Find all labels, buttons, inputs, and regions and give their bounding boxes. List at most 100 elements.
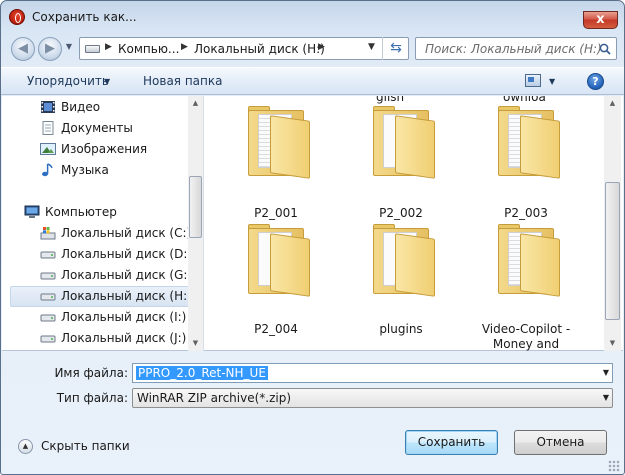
filename-input[interactable]: PPRO_2.0_Ret-NH_UE ▼ <box>132 363 613 383</box>
filetype-value: WinRAR ZIP archive(*.zip) <box>137 391 292 405</box>
computer-icon <box>24 205 40 218</box>
chevron-down-icon[interactable]: ▼ <box>549 77 555 86</box>
opera-app-icon <box>9 9 25 25</box>
forward-arrow-icon: ▶ <box>45 41 55 56</box>
video-library-icon <box>41 101 55 113</box>
organize-button[interactable]: Упорядочить <box>27 74 109 88</box>
hide-folders-label: Скрыть папки <box>41 439 130 453</box>
title-bar: Сохранить как... x <box>1 1 624 33</box>
navigation-scrollbar[interactable]: ▲ ▼ <box>188 96 203 351</box>
address-dropdown-icon[interactable]: ▼ <box>368 42 375 52</box>
scrollbar-thumb[interactable] <box>189 176 202 238</box>
system-drive-icon <box>40 227 56 240</box>
close-button[interactable]: x <box>583 11 618 29</box>
sidebar-item-drive-c[interactable]: Локальный диск (C:) <box>10 223 192 244</box>
filetype-select[interactable]: WinRAR ZIP archive(*.zip) ▼ <box>132 388 613 408</box>
partial-folder-label: ownloa <box>503 96 546 104</box>
address-bar[interactable]: ▶ Компью... ▶ Локальный диск (H:) ▶ ▼ <box>79 37 409 60</box>
drive-icon <box>85 45 100 53</box>
chevron-down-icon[interactable]: ▼ <box>603 368 609 377</box>
search-icon[interactable] <box>599 43 611 55</box>
sidebar-item-drive-h[interactable]: Локальный диск (H:) <box>10 286 192 307</box>
sidebar-item-pictures[interactable]: Изображения <box>10 139 190 160</box>
save-button[interactable]: Сохранить <box>405 430 498 455</box>
folder-label: P2_001 <box>254 206 298 220</box>
filetype-label: Тип файла: <box>56 391 128 405</box>
sidebar-item-label: Локальный диск (I:) <box>61 310 187 324</box>
forward-button[interactable]: ▶ <box>38 37 62 61</box>
recent-locations-dropdown[interactable]: ▼ <box>63 42 75 54</box>
scroll-down-arrow-icon[interactable]: ▼ <box>188 336 203 351</box>
file-list-scrollbar[interactable]: ▲ ▼ <box>604 96 621 351</box>
folder-icon <box>498 106 560 179</box>
back-arrow-icon: ◀ <box>18 41 28 56</box>
sidebar-item-documents[interactable]: Документы <box>10 118 190 139</box>
breadcrumb-computer[interactable]: Компью... <box>118 42 179 56</box>
sidebar-item-drive-g[interactable]: Локальный диск (G:) <box>10 265 193 286</box>
change-view-icon[interactable] <box>525 74 541 87</box>
refresh-button[interactable]: ⇆ <box>382 37 409 60</box>
pictures-library-icon <box>40 143 56 155</box>
cancel-button[interactable]: Отмена <box>514 430 607 455</box>
chevron-down-icon: ▼ <box>104 77 111 86</box>
scroll-up-arrow-icon[interactable]: ▲ <box>188 96 203 111</box>
resize-grip-icon[interactable] <box>608 460 620 472</box>
file-list: glish ownloa P2_001 P2_002 P2_003 P2_004… <box>206 96 603 351</box>
folder-icon <box>248 224 310 297</box>
folder-label: P2_003 <box>504 206 548 220</box>
folder-icon <box>373 224 435 297</box>
drive-icon <box>40 293 56 301</box>
music-library-icon <box>42 163 53 177</box>
drive-icon <box>40 314 56 322</box>
sidebar-item-label: Локальный диск (J:) <box>61 331 187 345</box>
scroll-up-arrow-icon[interactable]: ▲ <box>604 96 621 111</box>
search-placeholder: Поиск: Локальный диск (H:) <box>425 42 602 56</box>
save-as-dialog: Сохранить как... x ◀ ▶ ▼ ▶ Компью... ▶ Л… <box>0 0 625 475</box>
sidebar-item-drive-d[interactable]: Локальный диск (D:) <box>10 244 193 265</box>
folder-label: Video-Copilot - Money and <box>481 322 571 351</box>
filename-value: PPRO_2.0_Ret-NH_UE <box>136 366 268 380</box>
command-bar: Упорядочить ▼ Новая папка ▼ ? <box>1 67 624 95</box>
back-button[interactable]: ◀ <box>11 37 35 61</box>
folder-label: P2_002 <box>379 206 423 220</box>
folder-icon <box>248 106 310 179</box>
partial-folder-label: glish <box>376 96 405 104</box>
folder-label: P2_004 <box>254 322 298 336</box>
sidebar-item-label: Локальный диск (G:) <box>61 268 193 282</box>
collapse-up-icon: ▲ <box>18 439 33 454</box>
sidebar-item-drive-j[interactable]: Локальный диск (J:) <box>10 328 190 349</box>
sidebar-item-drive-i[interactable]: Локальный диск (I:) <box>10 307 190 328</box>
new-folder-button[interactable]: Новая папка <box>143 74 222 88</box>
folder-icon <box>373 106 435 179</box>
sidebar-item-label: Музыка <box>61 163 109 177</box>
scroll-down-arrow-icon[interactable]: ▼ <box>604 336 621 351</box>
search-input[interactable]: Поиск: Локальный диск (H:) <box>415 37 617 60</box>
chevron-down-icon: ▼ <box>65 42 73 51</box>
chevron-down-icon: ▼ <box>602 393 609 402</box>
sidebar-item-label: Изображения <box>61 142 148 156</box>
browser-area: Видео Документы Изображения Музыка Компь… <box>2 96 623 351</box>
sidebar-item-label: Документы <box>61 121 133 135</box>
sidebar-item-label: Локальный диск (C:) <box>61 226 192 240</box>
sidebar-item-music[interactable]: Музыка <box>10 160 190 181</box>
chevron-right-icon: ▶ <box>105 42 112 52</box>
sidebar-item-computer[interactable]: Компьютер <box>10 202 190 223</box>
drive-icon <box>40 335 56 343</box>
drive-icon <box>40 251 56 259</box>
drive-icon <box>40 272 56 280</box>
scrollbar-thumb[interactable] <box>605 182 620 320</box>
folder-icon <box>498 224 560 297</box>
sidebar-item-label: Локальный диск (D:) <box>61 247 193 261</box>
sidebar-item-label: Локальный диск (H:) <box>61 289 192 303</box>
folder-label: plugins <box>379 322 423 336</box>
chevron-right-icon[interactable]: ▶ <box>318 42 325 52</box>
sidebar-item-video[interactable]: Видео <box>10 97 190 118</box>
navigation-pane: Видео Документы Изображения Музыка Компь… <box>2 96 204 351</box>
sidebar-item-label: Видео <box>61 100 101 114</box>
breadcrumb-drive-h[interactable]: Локальный диск (H:) <box>194 42 325 56</box>
chevron-right-icon: ▶ <box>181 42 188 52</box>
sidebar-item-label: Компьютер <box>45 205 117 219</box>
refresh-icon: ⇆ <box>390 40 402 56</box>
help-icon[interactable]: ? <box>587 73 604 90</box>
documents-library-icon <box>42 121 54 135</box>
